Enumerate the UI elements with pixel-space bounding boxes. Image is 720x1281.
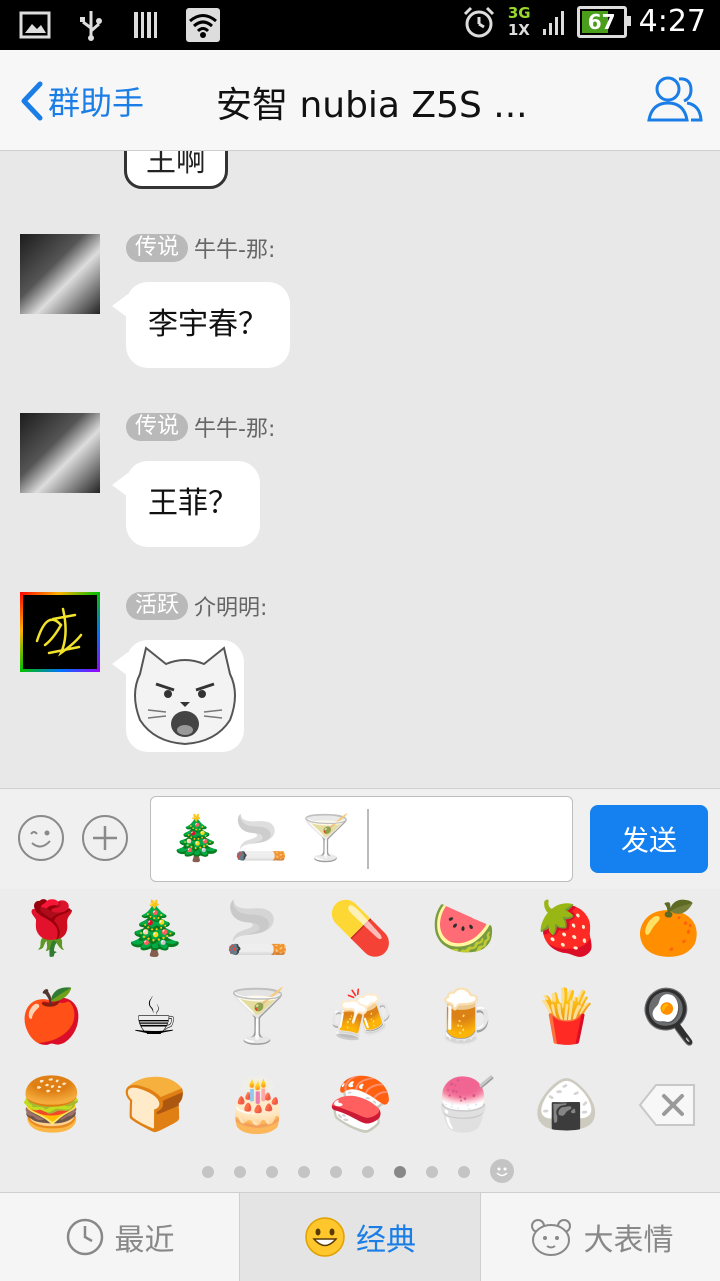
smiley-face-icon — [305, 1217, 345, 1257]
send-button[interactable]: 发送 — [590, 805, 708, 873]
message-input[interactable]: 🎄 🚬 🍸 — [150, 796, 573, 882]
wink-face-icon — [30, 830, 51, 848]
member-level-badge: 传说 — [126, 234, 189, 262]
clock: 4:27 — [638, 4, 706, 39]
emoji-key[interactable]: 🍧 — [412, 1075, 515, 1135]
emoji-key[interactable]: 🍓 — [515, 899, 618, 959]
emoji-key[interactable]: 🍸 — [206, 987, 309, 1047]
avatar[interactable] — [20, 592, 100, 672]
tab-recent-label: 最近 — [114, 1223, 175, 1258]
emoji-key[interactable]: 🍉 — [412, 899, 515, 959]
group-members-icon[interactable] — [646, 72, 704, 126]
sender-name: 牛牛-那: — [194, 238, 276, 263]
message-text: 王啊 — [146, 151, 206, 179]
emoji-key[interactable]: 🎄 — [103, 899, 206, 959]
emoji-key[interactable]: 💊 — [309, 899, 412, 959]
signal-icon — [542, 10, 564, 35]
sender-line: 传说 牛牛-那: — [126, 413, 276, 442]
page-dot[interactable] — [266, 1166, 278, 1178]
tab-classic[interactable]: 经典 — [240, 1193, 480, 1281]
clock-icon — [66, 1218, 103, 1256]
usb-icon — [80, 11, 102, 41]
page-dot[interactable] — [426, 1166, 438, 1178]
tab-classic-label: 经典 — [356, 1223, 416, 1258]
sender-line: 活跃 介明明: — [126, 592, 268, 621]
sticker-bubble[interactable] — [112, 640, 244, 752]
emoji-key[interactable]: 🍞 — [103, 1075, 206, 1135]
emoji-category-tabs: 最近 经典 大表情 — [0, 1192, 720, 1281]
chat-header: 群助手 安智 nubia Z5S ... — [0, 50, 720, 151]
emoji-key[interactable]: 🎂 — [206, 1075, 309, 1135]
tab-big-emoji[interactable]: 大表情 — [481, 1193, 720, 1281]
message-list[interactable]: 王啊 传说 牛牛-那: 李宇春？ 传说 牛牛-那: 王菲？ 活跃 介明明: — [0, 151, 720, 787]
battery-icon: 67 — [576, 5, 631, 38]
message-bubble[interactable]: 王啊 — [124, 151, 228, 189]
battery-level: 67 — [587, 9, 616, 34]
avatar[interactable] — [20, 413, 100, 493]
emoji-key[interactable]: 🌹 — [0, 899, 103, 959]
back-label: 群助手 — [48, 84, 145, 122]
sender-name: 介明明: — [194, 596, 268, 621]
barcode-icon — [134, 12, 157, 38]
signature-logo — [35, 607, 83, 657]
message-text: 李宇春？ — [148, 307, 268, 342]
page-dot[interactable] — [330, 1166, 342, 1178]
input-bar: 🎄 🚬 🍸 发送 — [0, 788, 720, 890]
network-indicator: 3G 1X — [507, 3, 531, 39]
tab-big-emoji-label: 大表情 — [583, 1223, 674, 1258]
add-attachment-button[interactable] — [82, 815, 128, 861]
emoji-key[interactable]: ☕ — [103, 987, 206, 1047]
page-dot[interactable] — [202, 1166, 214, 1178]
emoji-key[interactable]: 🍙 — [515, 1075, 618, 1135]
emoji-key[interactable]: 🍔 — [0, 1075, 103, 1135]
emoji-panel: 🌹 🎄 🚬 💊 🍉 🍓 🍊 🍎 ☕ 🍸 🍻 🍺 🍟 🍳 🍔 🍞 🎂 🍣 🍧 🍙 — [0, 889, 720, 1192]
emoji-key[interactable]: 🍊 — [617, 899, 720, 959]
emoji-key[interactable]: 🍣 — [309, 1075, 412, 1135]
emoji-toggle-button[interactable] — [18, 815, 64, 861]
page-dot[interactable] — [234, 1166, 246, 1178]
emoji-key[interactable]: 🚬 — [206, 899, 309, 959]
avatar[interactable] — [20, 234, 100, 314]
chat-title: 安智 nubia Z5S ... — [216, 85, 528, 126]
message-bubble[interactable]: 王菲？ — [112, 461, 260, 547]
emoji-key[interactable]: 🍟 — [515, 987, 618, 1047]
member-level-badge: 活跃 — [126, 592, 189, 620]
message-bubble[interactable]: 李宇春？ — [112, 282, 290, 368]
page-dot[interactable] — [298, 1166, 310, 1178]
message-text: 王菲？ — [148, 486, 238, 521]
smiley-page-icon[interactable] — [490, 1159, 514, 1183]
text-cursor — [367, 809, 370, 869]
network-3g-label: 3G — [507, 3, 531, 22]
page-dot[interactable] — [362, 1166, 374, 1178]
tab-recent[interactable]: 最近 — [0, 1193, 239, 1281]
back-button[interactable]: 群助手 — [18, 78, 144, 124]
wifi-icon — [186, 8, 220, 42]
page-dot-active[interactable] — [394, 1166, 406, 1178]
emoji-key[interactable]: 🍻 — [309, 987, 412, 1047]
network-1x-label: 1X — [507, 20, 530, 39]
emoji-key[interactable]: 🍎 — [0, 987, 103, 1047]
chevron-left-icon — [21, 81, 43, 121]
alarm-icon — [463, 6, 494, 37]
draft-emoji: 🍸 — [298, 813, 354, 864]
status-bar: 3G 1X 67 4:27 — [0, 0, 720, 50]
page-indicator — [0, 1159, 720, 1183]
sender-name: 牛牛-那: — [194, 417, 276, 442]
image-notification-icon — [19, 11, 51, 39]
draft-emoji: 🚬 — [233, 813, 289, 864]
bear-face-icon — [530, 1219, 571, 1256]
sender-line: 传说 牛牛-那: — [126, 234, 276, 263]
page-dot[interactable] — [458, 1166, 470, 1178]
draft-emoji: 🎄 — [169, 813, 224, 864]
backspace-icon — [638, 1084, 695, 1126]
emoji-key[interactable]: 🍺 — [412, 987, 515, 1047]
angry-cat-sticker — [134, 646, 236, 746]
member-level-badge: 传说 — [126, 413, 189, 441]
backspace-button[interactable] — [636, 1079, 700, 1131]
plus-icon — [93, 826, 117, 850]
emoji-key[interactable]: 🍳 — [617, 987, 720, 1047]
